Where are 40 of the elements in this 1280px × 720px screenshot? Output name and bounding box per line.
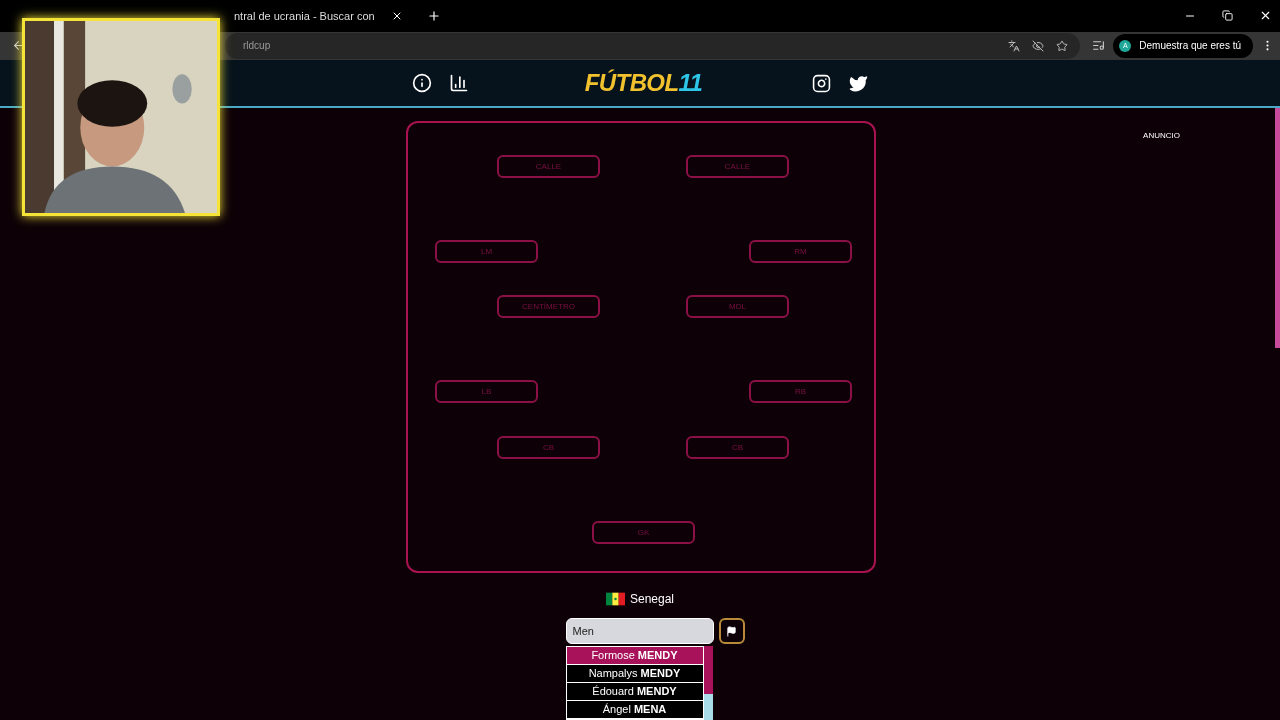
address-bar[interactable]: rldcup [225, 32, 1081, 59]
restore-icon[interactable] [1222, 10, 1233, 22]
translate-icon[interactable] [1008, 39, 1021, 52]
profile-label: Demuestra que eres tú [1139, 39, 1241, 54]
new-tab-icon[interactable] [426, 8, 441, 23]
position-slot[interactable]: CALLE [686, 155, 789, 178]
ad-label: ANUNCIO [1143, 130, 1180, 142]
stats-icon[interactable] [448, 73, 469, 93]
browser-tab[interactable]: ntral de ucrania - Buscar con [226, 2, 411, 29]
info-icon[interactable] [411, 73, 432, 93]
tab-title: ntral de ucrania - Buscar con [234, 8, 375, 24]
team-name: Senegal [629, 591, 674, 608]
position-slot[interactable]: CB [497, 436, 600, 459]
star-icon[interactable] [1056, 39, 1069, 52]
position-slot[interactable]: RM [749, 240, 852, 263]
position-slot[interactable]: GK [592, 521, 695, 544]
eye-off-icon[interactable] [1032, 39, 1045, 52]
address-text: rldcup [243, 39, 271, 54]
position-slot[interactable]: LB [435, 380, 538, 403]
position-slot[interactable]: MDL [686, 295, 789, 318]
position-slot[interactable]: CB [686, 436, 789, 459]
flag-icon [726, 625, 737, 637]
suggestion-item[interactable]: Nampalys MENDY [566, 665, 703, 683]
logo[interactable]: FÚTBOL11 [584, 65, 703, 101]
suggestion-item[interactable]: Ángel MENA [566, 701, 703, 719]
senegal-flag-icon [605, 592, 625, 606]
suggestion-item[interactable]: Édouard MENDY [566, 683, 703, 701]
position-slot[interactable]: CENTÍMETRO [497, 295, 600, 318]
flag-button[interactable] [718, 618, 745, 644]
position-slot[interactable]: CALLE [497, 155, 600, 178]
twitter-icon[interactable] [849, 73, 869, 93]
instagram-icon[interactable] [812, 73, 832, 93]
player-search-field[interactable]: Men [565, 618, 714, 644]
position-slot[interactable]: RB [749, 380, 852, 403]
position-slot[interactable]: LM [435, 240, 538, 263]
scrollbar[interactable] [703, 646, 713, 720]
page-scrollbar[interactable] [1275, 108, 1280, 348]
media-icon[interactable] [1092, 39, 1106, 53]
back-icon[interactable] [12, 39, 25, 53]
suggestion-item[interactable]: Formose MENDY [566, 647, 703, 665]
